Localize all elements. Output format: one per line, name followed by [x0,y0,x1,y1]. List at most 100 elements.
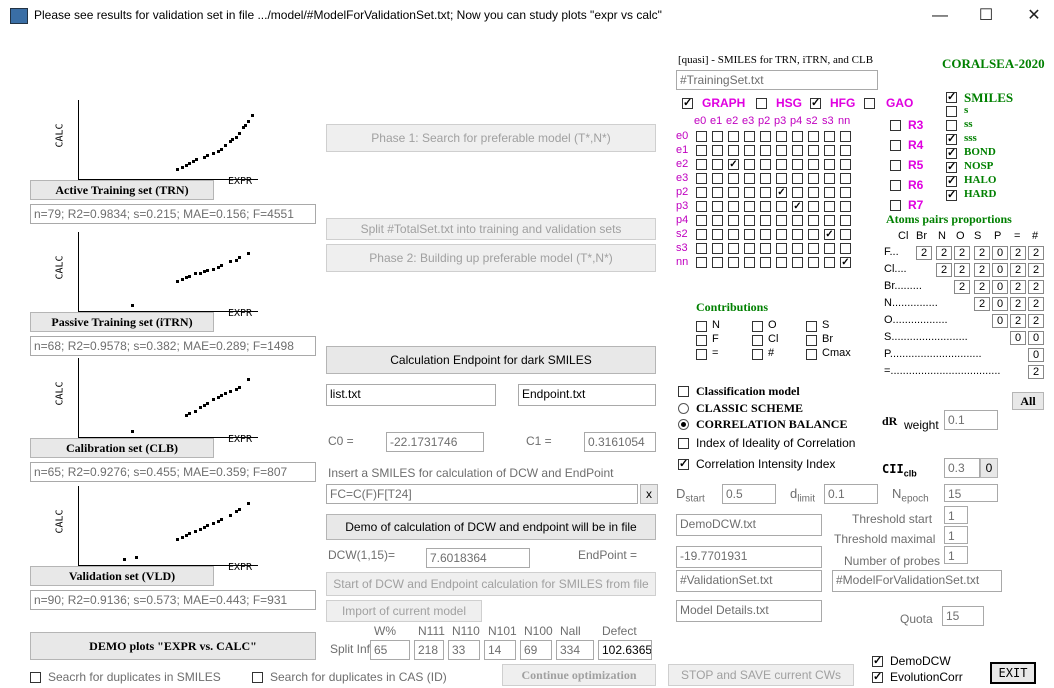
grid-checkbox[interactable] [712,145,723,156]
grid-checkbox[interactable] [840,173,851,184]
r-checkbox[interactable] [890,180,901,191]
grid-checkbox[interactable] [808,131,819,142]
contribution-checkbox[interactable] [806,349,817,360]
gao-checkbox[interactable] [864,98,875,109]
pair-value[interactable]: 2 [1028,365,1044,379]
grid-checkbox[interactable] [696,257,707,268]
endpoint-file-input[interactable]: Endpoint.txt [518,384,656,406]
grid-checkbox[interactable] [712,131,723,142]
grid-checkbox[interactable] [760,187,771,198]
grid-checkbox[interactable] [712,257,723,268]
calc-endpoint-button[interactable]: Calculation Endpoint for dark SMILES [326,346,656,374]
neg-value-output[interactable]: -19.7701931 [676,546,822,568]
pair-value[interactable]: 2 [1028,263,1044,277]
phase1-button[interactable]: Phase 1: Search for preferable model (T*… [326,124,656,152]
grid-checkbox[interactable] [696,187,707,198]
dstart-input[interactable]: 0.5 [722,484,776,504]
grid-checkbox[interactable] [824,201,835,212]
pair-value[interactable]: 2 [974,280,990,294]
grid-checkbox[interactable] [808,257,819,268]
hsg-checkbox[interactable] [756,98,767,109]
contribution-checkbox[interactable] [696,321,707,332]
dup-cas-checkbox[interactable] [252,672,263,683]
dlimit-input[interactable]: 0.1 [824,484,878,504]
grid-checkbox[interactable] [712,243,723,254]
grid-checkbox[interactable] [728,229,739,240]
minimize-button[interactable]: — [920,4,960,28]
grid-checkbox[interactable] [776,201,787,212]
pair-value[interactable]: 2 [1028,297,1044,311]
grid-checkbox[interactable] [808,187,819,198]
grid-checkbox[interactable] [760,243,771,254]
grid-checkbox[interactable] [840,145,851,156]
grid-checkbox[interactable] [744,131,755,142]
grid-checkbox[interactable] [808,215,819,226]
r-checkbox[interactable] [890,120,901,131]
r-checkbox[interactable] [890,200,901,211]
grid-checkbox[interactable] [744,145,755,156]
thr-max-input[interactable]: 1 [944,526,968,544]
grid-checkbox[interactable]: ✓ [840,257,851,268]
smiles-option-checkbox[interactable]: ✓ [946,92,957,103]
grid-checkbox[interactable] [744,229,755,240]
smiles-option-checkbox[interactable]: ✓ [946,176,957,187]
grid-checkbox[interactable] [728,173,739,184]
r-checkbox[interactable] [890,140,901,151]
grid-checkbox[interactable] [824,145,835,156]
pair-value[interactable]: 2 [974,263,990,277]
model-valid-file-input[interactable]: #ModelForValidationSet.txt [832,570,1002,592]
dcw-value[interactable]: 7.6018364 [426,548,530,568]
grid-checkbox[interactable] [824,173,835,184]
split-button[interactable]: Split #TotalSet.txt into training and va… [326,218,656,240]
model-details-input[interactable]: Model Details.txt [676,600,822,622]
grid-checkbox[interactable] [760,215,771,226]
grid-checkbox[interactable] [696,173,707,184]
grid-checkbox[interactable] [696,159,707,170]
training-file-input[interactable]: #TrainingSet.txt [676,70,878,90]
smiles-option-checkbox[interactable]: ✓ [946,162,957,173]
grid-checkbox[interactable] [792,229,803,240]
demo-dcw-file-input[interactable]: DemoDCW.txt [676,514,822,536]
grid-checkbox[interactable] [776,159,787,170]
pair-value[interactable]: 0 [1010,331,1026,345]
cii-value[interactable]: 0.3 [944,458,980,478]
contribution-checkbox[interactable] [752,349,763,360]
pair-value[interactable]: 2 [1010,263,1026,277]
grid-checkbox[interactable]: ✓ [824,229,835,240]
grid-checkbox[interactable] [712,159,723,170]
plot-set-button[interactable]: Validation set (VLD) [30,566,214,586]
grid-checkbox[interactable] [792,243,803,254]
classic-radio[interactable] [678,403,689,414]
clear-smiles-button[interactable]: x [640,484,658,504]
grid-checkbox[interactable] [824,159,835,170]
grid-checkbox[interactable] [728,243,739,254]
plot-set-button[interactable]: Passive Training set (iTRN) [30,312,214,332]
grid-checkbox[interactable] [824,131,835,142]
c0-value[interactable]: -22.1731746 [386,432,484,452]
pair-value[interactable]: 2 [1010,297,1026,311]
pair-value[interactable]: 0 [992,263,1008,277]
grid-checkbox[interactable] [792,145,803,156]
grid-checkbox[interactable] [760,159,771,170]
validation-file-input[interactable]: #ValidationSet.txt [676,570,822,592]
grid-checkbox[interactable] [712,201,723,212]
pair-value[interactable]: 2 [1028,314,1044,328]
pair-value[interactable]: 0 [1028,348,1044,362]
grid-checkbox[interactable] [744,187,755,198]
probes-input[interactable]: 1 [944,546,968,564]
grid-checkbox[interactable] [808,159,819,170]
pair-value[interactable]: 2 [1010,280,1026,294]
pair-value[interactable]: 2 [954,280,970,294]
grid-checkbox[interactable] [744,215,755,226]
pair-value[interactable]: 0 [1028,331,1044,345]
grid-checkbox[interactable] [840,131,851,142]
pair-value[interactable]: 2 [916,246,932,260]
grid-checkbox[interactable] [776,173,787,184]
start-dcw-button[interactable]: Start of DCW and Endpoint calculation fo… [326,572,656,596]
pair-value[interactable]: 0 [992,314,1008,328]
grid-checkbox[interactable] [728,131,739,142]
demo-dcw-button[interactable]: Demo of calculation of DCW and endpoint … [326,514,656,540]
contribution-checkbox[interactable] [752,321,763,332]
grid-checkbox[interactable] [776,229,787,240]
contribution-checkbox[interactable] [806,321,817,332]
